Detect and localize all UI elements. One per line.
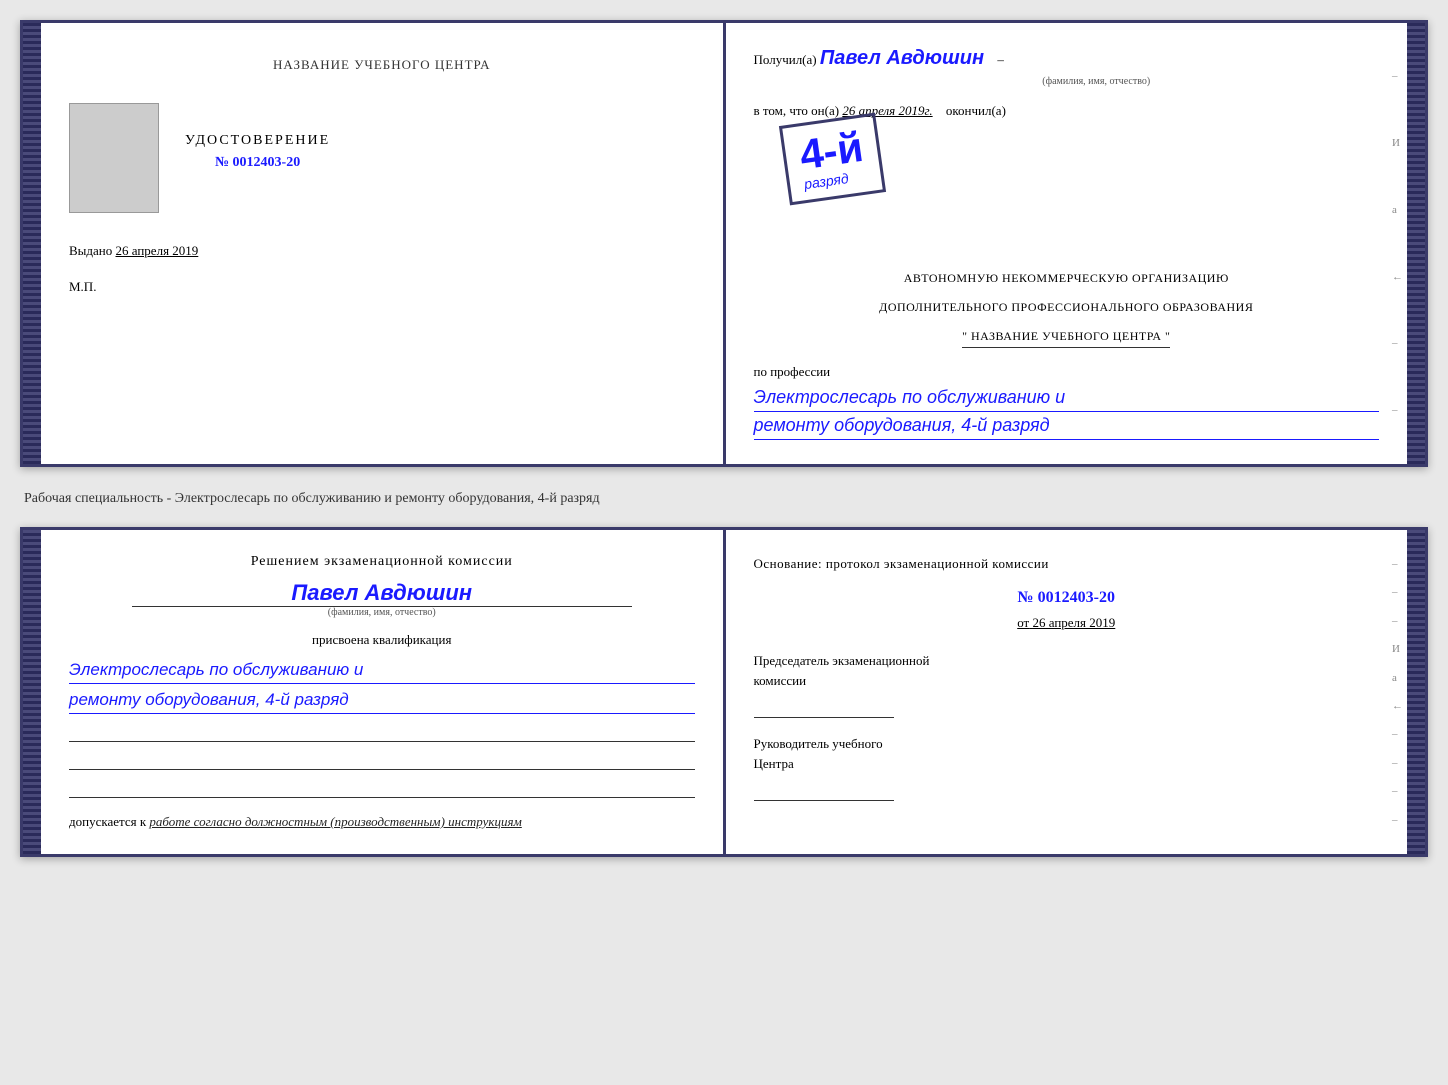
mark-2: И [1392,137,1403,149]
vydano-label: Выдано [69,243,112,258]
udostoverenie-number: № 0012403-20 [185,155,330,171]
mark-4: ← [1392,271,1403,283]
prisvoena-label: присвоена квалификация [69,632,695,648]
bmark-8: – [1392,757,1403,769]
bottom-left-spine [23,530,41,854]
left-spine [23,23,41,464]
photo-placeholder [69,103,159,213]
predsedatel-block: Председатель экзаменационной комиссии [754,651,1380,718]
vtom-label: в том, что он(а) [754,103,840,118]
bottom-person-name: Павел Авдюшин [132,580,632,607]
photo-row: УДОСТОВЕРЕНИЕ № 0012403-20 [69,103,695,213]
ot-date: 26 апреля 2019 [1032,615,1115,630]
page-wrapper: НАЗВАНИЕ УЧЕБНОГО ЦЕНТРА УДОСТОВЕРЕНИЕ №… [20,20,1428,857]
resheniem-title: Решением экзаменационной комиссии [69,554,695,570]
okonchil-label: окончил(а) [946,103,1006,118]
bmark-2: – [1392,586,1403,598]
stamp-grade: 4-й [797,126,865,176]
qualification-line2: ремонту оборудования, 4-й разряд [69,686,695,714]
qualification-line1: Электрослесарь по обслуживанию и [69,656,695,684]
dopuskaetsya-line: допускается к работе согласно должностны… [69,814,695,830]
rukovoditel-line2: Центра [754,754,1380,774]
right-spine [1407,23,1425,464]
bmark-6: ← [1392,700,1403,712]
udostoverenie-block: УДОСТОВЕРЕНИЕ № 0012403-20 [185,133,330,171]
ot-date-line: от 26 апреля 2019 [754,615,1380,631]
num-prefix: № [215,155,229,170]
num-value: 0012403-20 [233,155,301,170]
received-label: Получил(a) [754,52,817,67]
bmark-9: – [1392,785,1403,797]
protocol-num-value: 0012403-20 [1038,589,1115,606]
profession-line1: Электрослесарь по обслуживанию и [754,384,1380,412]
predsedatel-line1: Председатель экзаменационной [754,651,1380,671]
org-name: " НАЗВАНИЕ УЧЕБНОГО ЦЕНТРА " [962,327,1170,347]
bottom-right-spine [1407,530,1425,854]
received-fio-sub: (фамилия, имя, отчество) [814,76,1380,87]
dopuskaetsya-label: допускается к [69,814,146,829]
org-line2: ДОПОЛНИТЕЛЬНОГО ПРОФЕССИОНАЛЬНОГО ОБРАЗО… [754,298,1380,317]
org-block: АВТОНОМНУЮ НЕКОММЕРЧЕСКУЮ ОРГАНИЗАЦИЮ ДО… [754,269,1380,348]
bmark-3: – [1392,615,1403,627]
protocol-prefix: № [1018,589,1034,606]
received-name: Павел Авдюшин [820,47,984,69]
bmark-4: И [1392,643,1403,655]
bottom-right-page: Основание: протокол экзаменационной коми… [726,530,1408,854]
bottom-document-spread: Решением экзаменационной комиссии Павел … [20,527,1428,857]
vydano-line: Выдано 26 апреля 2019 [69,243,695,259]
blank-line-2 [69,750,695,770]
top-right-page: Получил(a) Павел Авдюшин – (фамилия, имя… [726,23,1408,464]
dopuskaetsya-text: работе согласно должностным (производств… [149,814,521,829]
top-left-page: НАЗВАНИЕ УЧЕБНОГО ЦЕНТРА УДОСТОВЕРЕНИЕ №… [41,23,726,464]
osnovanie-title: Основание: протокол экзаменационной коми… [754,554,1380,574]
mark-5: – [1392,337,1403,349]
mark-6: – [1392,404,1403,416]
org-line1: АВТОНОМНУЮ НЕКОММЕРЧЕСКУЮ ОРГАНИЗАЦИЮ [754,269,1380,288]
grade-stamp: 4-й разряд [778,113,885,206]
bottom-fio-sub: (фамилия, имя, отчество) [69,607,695,618]
top-left-title: НАЗВАНИЕ УЧЕБНОГО ЦЕНТРА [69,57,695,73]
ot-prefix: от [1017,615,1029,630]
bmark-5: а [1392,672,1403,684]
received-line: Получил(a) Павел Авдюшин – [754,47,1380,70]
bmark-10: – [1392,814,1403,826]
bmark-1: – [1392,558,1403,570]
predsedatel-line2: комиссии [754,671,1380,691]
rukovoditel-block: Руководитель учебного Центра [754,734,1380,801]
stamp-area: 4-й разряд [754,129,1380,209]
right-edge-marks: – И а ← – – [1392,23,1403,464]
vydano-date: 26 апреля 2019 [116,243,199,258]
blank-line-1 [69,722,695,742]
top-document-spread: НАЗВАНИЕ УЧЕБНОГО ЦЕНТРА УДОСТОВЕРЕНИЕ №… [20,20,1428,467]
bottom-left-page: Решением экзаменационной комиссии Павел … [41,530,726,854]
rukovoditel-signature-line [754,781,894,801]
rukovoditel-line1: Руководитель учебного [754,734,1380,754]
bmark-7: – [1392,728,1403,740]
protocol-number: № 0012403-20 [754,589,1380,607]
udostoverenie-title: УДОСТОВЕРЕНИЕ [185,133,330,149]
middle-text: Рабочая специальность - Электрослесарь п… [20,483,1428,511]
profession-line2: ремонту оборудования, 4-й разряд [754,412,1380,440]
bottom-right-edge-marks: – – – И а ← – – – – [1392,530,1403,854]
mark-3: а [1392,204,1403,216]
mark-1: – [1392,70,1403,82]
mp-line: М.П. [69,279,695,295]
predsedatel-signature-line [754,698,894,718]
po-professii-label: по профессии [754,364,1380,380]
blank-line-3 [69,778,695,798]
